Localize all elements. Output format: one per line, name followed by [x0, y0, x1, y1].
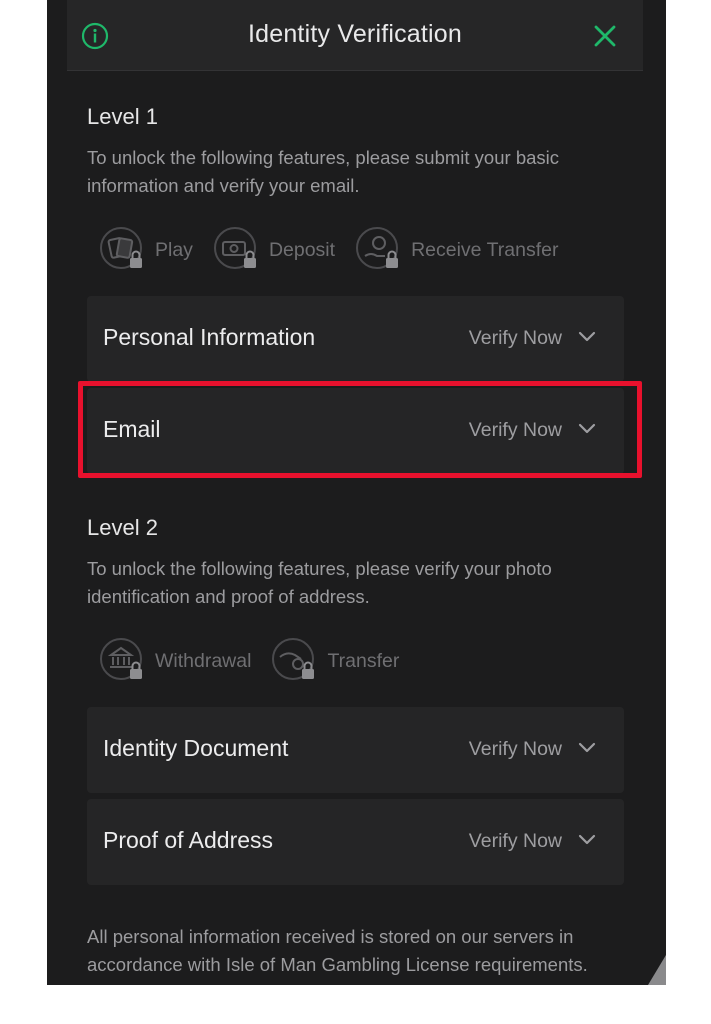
level1-features: Play Deposit Receive Transfer: [99, 226, 558, 274]
feature-label: Receive Transfer: [411, 238, 559, 261]
feature-label: Play: [155, 238, 193, 261]
level2-title: Level 2: [87, 515, 158, 540]
verify-now-link[interactable]: Verify Now: [469, 419, 562, 442]
cards-icon: [99, 226, 147, 274]
feature-play: Play: [99, 226, 193, 274]
item-label: Identity Document: [103, 735, 289, 761]
verify-now-link[interactable]: Verify Now: [469, 327, 562, 350]
feature-label: Withdrawal: [155, 649, 252, 672]
chevron-down-icon[interactable]: [578, 741, 596, 755]
scroll-corner: [648, 955, 666, 985]
level1-description: To unlock the following features, please…: [87, 147, 560, 196]
hand-coin-icon: [271, 637, 319, 685]
feature-transfer: Transfer: [271, 637, 399, 685]
chevron-down-icon[interactable]: [578, 833, 596, 847]
level2-features: Withdrawal Transfer: [99, 637, 399, 685]
bank-icon: [99, 637, 147, 685]
feature-label: Transfer: [327, 649, 400, 672]
identity-document-item[interactable]: Identity Document Verify Now: [87, 707, 624, 793]
header-bar: Identity Verification: [67, 0, 643, 71]
chevron-down-icon[interactable]: [578, 330, 596, 344]
privacy-note: All personal information received is sto…: [87, 926, 588, 975]
proof-of-address-item[interactable]: Proof of Address Verify Now: [87, 799, 624, 885]
verify-now-link[interactable]: Verify Now: [469, 830, 562, 853]
level2-description: To unlock the following features, please…: [87, 558, 552, 607]
item-label: Personal Information: [103, 324, 316, 350]
money-icon: [213, 226, 261, 274]
email-item[interactable]: Email Verify Now: [87, 388, 624, 474]
verification-screen: Identity Verification Level 1 To unlock …: [47, 0, 666, 985]
feature-label: Deposit: [268, 238, 336, 261]
verify-now-link[interactable]: Verify Now: [469, 738, 562, 761]
feature-withdrawal: Withdrawal: [99, 637, 251, 685]
personal-information-item[interactable]: Personal Information Verify Now: [87, 296, 624, 382]
item-label: Proof of Address: [103, 827, 274, 853]
close-button[interactable]: [591, 22, 619, 50]
close-icon: [594, 25, 616, 47]
feature-deposit: Deposit: [213, 226, 335, 274]
item-label: Email: [103, 416, 161, 442]
level1-title: Level 1: [87, 104, 158, 129]
page-title: Identity Verification: [247, 20, 463, 48]
chevron-down-icon[interactable]: [578, 422, 596, 436]
feature-receive-transfer: Receive Transfer: [355, 226, 558, 274]
coin-hand-icon: [355, 226, 403, 274]
